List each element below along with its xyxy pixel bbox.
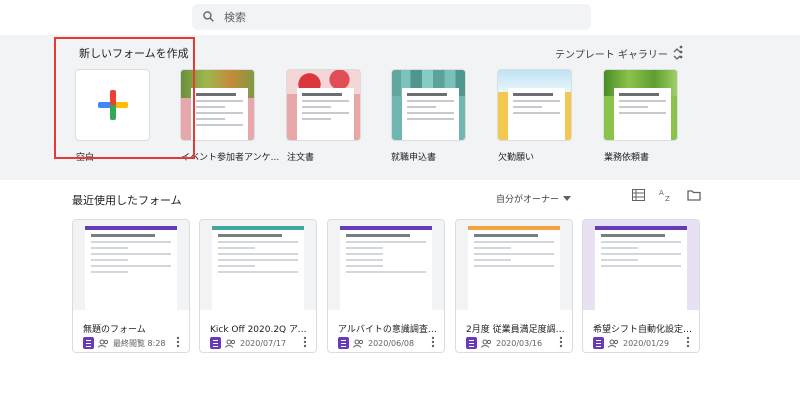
- forms-icon: [593, 337, 604, 349]
- form-title: Kick Off 2020.2Q アンケ...: [210, 325, 310, 335]
- template-gallery-button[interactable]: テンプレート ギャラリー: [555, 46, 682, 61]
- template-work-request[interactable]: [603, 69, 678, 141]
- form-title: 希望シフト自動化設定フォ...: [593, 325, 693, 335]
- recent-form-card[interactable]: 希望シフト自動化設定フォ... 2020/01/29: [582, 219, 700, 353]
- template-label: 業務依頼書: [604, 153, 650, 163]
- top-bar: 検索: [0, 0, 800, 35]
- form-meta: 2020/03/16: [496, 338, 543, 348]
- more-options-icon[interactable]: [685, 336, 691, 348]
- form-title: アルバイトの意識調査 - 新...: [338, 325, 438, 335]
- more-options-icon[interactable]: [302, 336, 308, 348]
- search-icon: [203, 11, 214, 22]
- shared-people-icon: [353, 339, 364, 348]
- svg-text:Z: Z: [665, 195, 670, 202]
- more-options-icon[interactable]: [676, 45, 686, 59]
- form-title: 2月度 従業員満足度調査 ※...: [466, 325, 566, 335]
- template-job-application[interactable]: [391, 69, 466, 141]
- shared-people-icon: [225, 339, 236, 348]
- template-label: 就職申込書: [391, 153, 437, 163]
- recent-form-card[interactable]: アルバイトの意識調査 - 新... 2020/06/08: [327, 219, 445, 353]
- forms-icon: [210, 337, 221, 349]
- recent-form-card[interactable]: 2月度 従業員満足度調査 ※... 2020/03/16: [455, 219, 573, 353]
- recent-form-card[interactable]: Kick Off 2020.2Q アンケ... 2020/07/17: [199, 219, 317, 353]
- recent-forms-title: 最近使用したフォーム: [72, 194, 182, 207]
- search-bar[interactable]: 検索: [192, 4, 591, 30]
- forms-icon: [338, 337, 349, 349]
- template-absence[interactable]: [497, 69, 572, 141]
- form-meta: 2020/06/08: [368, 338, 415, 348]
- template-order[interactable]: [286, 69, 361, 141]
- gallery-label: テンプレート ギャラリー: [555, 50, 668, 61]
- view-controls: A Z: [632, 188, 701, 202]
- search-input[interactable]: 検索: [224, 9, 246, 25]
- svg-text:A: A: [659, 189, 664, 197]
- owner-filter-dropdown[interactable]: 自分がオーナー: [496, 192, 572, 205]
- list-view-icon[interactable]: [632, 189, 645, 201]
- more-options-icon[interactable]: [558, 336, 564, 348]
- form-meta: 2020/07/17: [240, 338, 287, 348]
- more-options-icon[interactable]: [430, 336, 436, 348]
- forms-icon: [83, 337, 94, 349]
- more-options-icon[interactable]: [175, 336, 181, 348]
- owner-filter-label: 自分がオーナー: [496, 195, 560, 205]
- template-label: 注文書: [287, 153, 315, 163]
- shared-people-icon: [481, 339, 492, 348]
- shared-people-icon: [98, 339, 109, 348]
- highlight-box: [54, 37, 195, 159]
- recent-form-card[interactable]: 無題のフォーム 最終閲覧 8:28: [72, 219, 190, 353]
- dropdown-arrow-icon: [563, 195, 572, 201]
- forms-icon: [466, 337, 477, 349]
- folder-icon[interactable]: [687, 189, 701, 201]
- form-meta: 2020/01/29: [623, 338, 670, 348]
- template-label: イベント参加者アンケ...: [181, 153, 280, 163]
- form-title: 無題のフォーム: [83, 325, 146, 335]
- shared-people-icon: [608, 339, 619, 348]
- form-meta: 最終閲覧 8:28: [113, 338, 166, 348]
- sort-az-icon[interactable]: A Z: [659, 188, 673, 202]
- template-label: 欠勤願い: [498, 153, 535, 163]
